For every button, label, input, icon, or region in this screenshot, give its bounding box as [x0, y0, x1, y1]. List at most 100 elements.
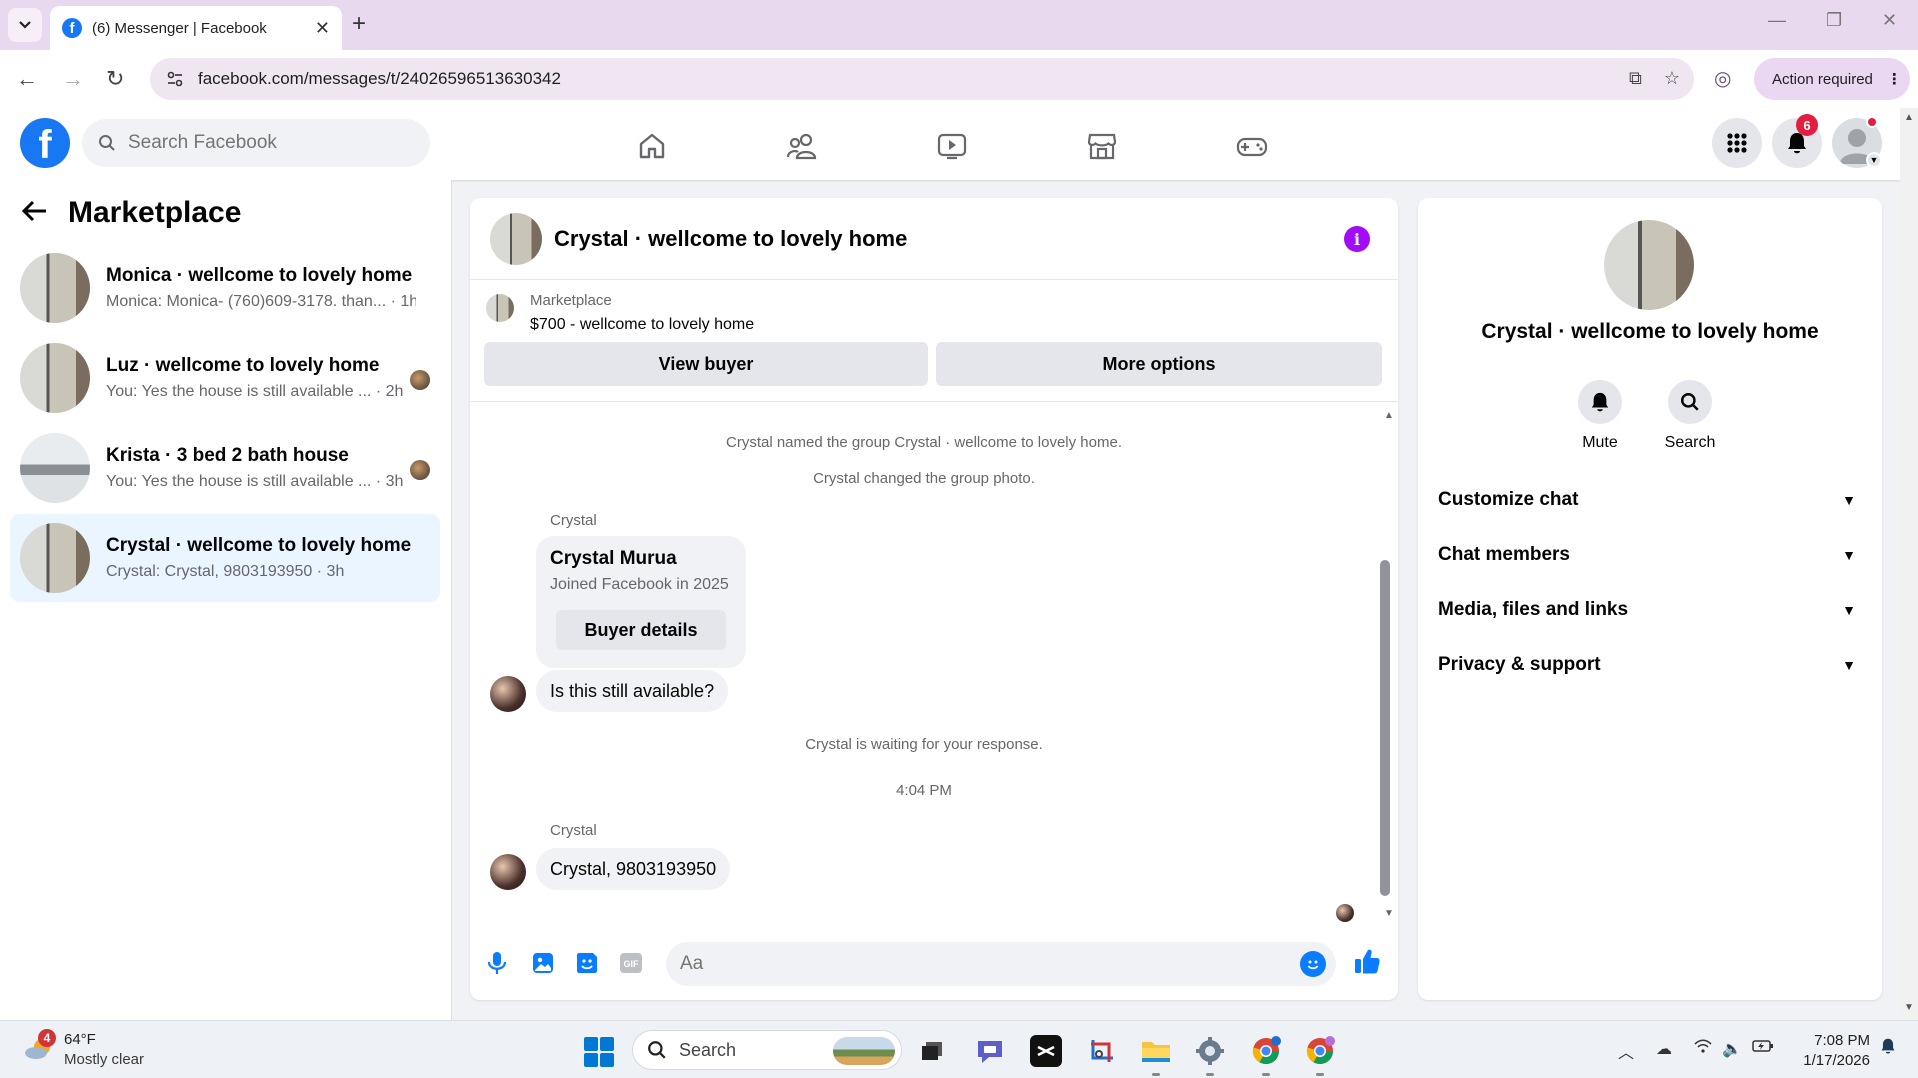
marketplace-icon[interactable]	[1082, 126, 1122, 166]
menu-grid-icon[interactable]	[1712, 118, 1762, 168]
facebook-search-input[interactable]	[128, 132, 408, 154]
photo-icon[interactable]	[530, 950, 556, 976]
message-composer: GIF	[470, 936, 1398, 996]
chat-title[interactable]: Crystal · wellcome to lovely home	[554, 226, 907, 252]
group-photo[interactable]	[1604, 220, 1694, 310]
message-input-box[interactable]	[666, 942, 1336, 986]
facebook-logo-icon[interactable]: f	[20, 118, 70, 168]
browser-tab[interactable]: f (6) Messenger | Facebook ✕	[50, 6, 342, 50]
customize-chat-row[interactable]: Customize chat ▼	[1438, 480, 1862, 520]
chat-group-photo[interactable]	[490, 212, 542, 265]
forward-arrow-icon[interactable]: →	[62, 66, 84, 92]
row-label: Customize chat	[1438, 489, 1579, 510]
watch-video-icon[interactable]	[932, 126, 972, 166]
site-settings-icon[interactable]	[166, 70, 184, 88]
chevron-down-icon: ▼	[1842, 602, 1856, 618]
listing-thumbnail	[20, 523, 90, 593]
search-icon	[99, 135, 115, 151]
home-icon[interactable]	[632, 126, 672, 166]
message-bubble[interactable]: Is this still available?	[536, 670, 729, 712]
listing-title[interactable]: $700 - wellcome to lovely home	[530, 316, 754, 334]
conversation-name: Crystal · wellcome to lovely home	[106, 535, 412, 556]
file-explorer-icon[interactable]	[1140, 1035, 1172, 1067]
scroll-up-arrow-icon[interactable]: ▲	[1904, 112, 1914, 123]
gaming-icon[interactable]	[1232, 126, 1272, 166]
conversation-item-luz[interactable]: Luz · wellcome to lovely home You: Yes t…	[10, 334, 440, 422]
gif-icon[interactable]: GIF	[618, 950, 644, 976]
windows-start-icon[interactable]	[584, 1037, 614, 1067]
teams-chat-icon[interactable]	[974, 1035, 1006, 1067]
new-tab-plus-icon[interactable]: +	[352, 10, 366, 38]
wifi-icon[interactable]	[1694, 1039, 1712, 1058]
conversation-item-crystal[interactable]: Crystal · wellcome to lovely home Crysta…	[10, 514, 440, 602]
conversation-name: Krista · 3 bed 2 bath house	[106, 445, 349, 466]
sender-avatar[interactable]	[490, 854, 526, 890]
volume-icon[interactable]: 🔈	[1722, 1039, 1742, 1059]
restore-icon[interactable]: ❐	[1826, 10, 1842, 31]
running-indicator	[1316, 1073, 1324, 1076]
clock-time: 7:08 PM	[1814, 1032, 1870, 1049]
scroll-down-arrow-icon[interactable]: ▼	[1904, 1002, 1914, 1013]
scroll-down-arrow-icon[interactable]: ▼	[1384, 908, 1394, 919]
scroll-up-arrow-icon[interactable]: ▲	[1384, 410, 1394, 421]
media-files-links-row[interactable]: Media, files and links ▼	[1438, 590, 1862, 630]
action-required-label: Action required	[1772, 70, 1873, 88]
chrome-icon[interactable]	[1250, 1035, 1282, 1067]
microphone-icon[interactable]	[484, 950, 510, 976]
close-window-icon[interactable]: ✕	[1882, 10, 1897, 31]
notification-center-bell-icon[interactable]	[1880, 1037, 1896, 1060]
settings-gear-icon[interactable]	[1194, 1035, 1226, 1067]
install-app-icon[interactable]: ⧉	[1629, 68, 1642, 89]
url-omnibox[interactable]: facebook.com/messages/t/2402659651363034…	[150, 58, 1694, 100]
weather-temperature[interactable]: 64°F	[64, 1031, 96, 1048]
snipping-tool-icon[interactable]	[1086, 1035, 1118, 1067]
account-chevron-icon[interactable]: ▼	[1866, 152, 1882, 168]
system-clock[interactable]: 7:08 PM 1/17/2026	[1796, 1031, 1870, 1071]
emoji-icon[interactable]	[1300, 951, 1326, 977]
buyer-details-button[interactable]: Buyer details	[556, 610, 726, 650]
conversation-item-krista[interactable]: Krista · 3 bed 2 bath house You: Yes the…	[10, 424, 440, 512]
friends-icon[interactable]	[782, 126, 822, 166]
chat-members-row[interactable]: Chat members ▼	[1438, 535, 1862, 575]
view-buyer-button[interactable]: View buyer	[484, 342, 928, 386]
mute-button[interactable]: Mute	[1560, 380, 1640, 452]
search-in-chat-button[interactable]: Search	[1650, 380, 1730, 452]
page-scrollbar[interactable]: ▲ ▼	[1900, 108, 1918, 1020]
seen-avatar	[1336, 904, 1354, 922]
action-required-button[interactable]: Action required ⋮	[1754, 58, 1910, 100]
weather-description[interactable]: Mostly clear	[64, 1051, 144, 1068]
privacy-support-row[interactable]: Privacy & support ▼	[1438, 645, 1862, 685]
taskbar-search[interactable]: Search	[632, 1030, 902, 1070]
tab-list-chevron-icon[interactable]	[8, 8, 42, 42]
facebook-search[interactable]	[82, 119, 430, 167]
browser-profile-icon[interactable]: ◎	[1714, 66, 1731, 91]
reload-icon[interactable]: ↻	[106, 66, 124, 92]
minimize-icon[interactable]: —	[1768, 10, 1786, 31]
sticker-icon[interactable]	[574, 950, 600, 976]
url-text: facebook.com/messages/t/2402659651363034…	[198, 69, 561, 88]
weather-alert-badge: 4	[38, 1029, 56, 1047]
back-arrow-icon[interactable]	[21, 197, 48, 229]
thread-scrollbar[interactable]	[1380, 560, 1390, 896]
battery-charging-icon[interactable]	[1752, 1039, 1774, 1058]
sender-avatar[interactable]	[490, 676, 526, 712]
back-arrow-icon[interactable]: ←	[16, 66, 38, 92]
capcut-icon[interactable]	[1030, 1035, 1062, 1067]
show-hidden-icons-chevron-icon[interactable]: ︿	[1618, 1039, 1634, 1063]
message-input[interactable]	[680, 953, 1240, 975]
tab-close-icon[interactable]: ✕	[315, 18, 330, 39]
task-view-icon[interactable]	[916, 1035, 948, 1067]
chrome-profile-icon[interactable]	[1304, 1035, 1336, 1067]
info-icon[interactable]: i	[1344, 226, 1370, 252]
kebab-menu-icon[interactable]: ⋮	[1887, 70, 1902, 88]
more-options-button[interactable]: More options	[936, 342, 1382, 386]
chat-info-panel: Crystal · wellcome to lovely home Mute S…	[1418, 198, 1882, 1000]
marketplace-header: Marketplace	[21, 196, 241, 230]
conversation-item-monica[interactable]: Monica · wellcome to lovely home Monica:…	[10, 244, 440, 332]
message-bubble[interactable]: Crystal, 9803193950	[536, 848, 731, 890]
conversation-name: Monica · wellcome to lovely home	[106, 265, 413, 286]
thumbs-up-like-icon[interactable]	[1352, 946, 1382, 976]
chevron-down-icon: ▼	[1842, 657, 1856, 673]
onedrive-off-icon[interactable]: ☁	[1656, 1039, 1672, 1059]
bookmark-star-icon[interactable]: ☆	[1664, 68, 1680, 89]
